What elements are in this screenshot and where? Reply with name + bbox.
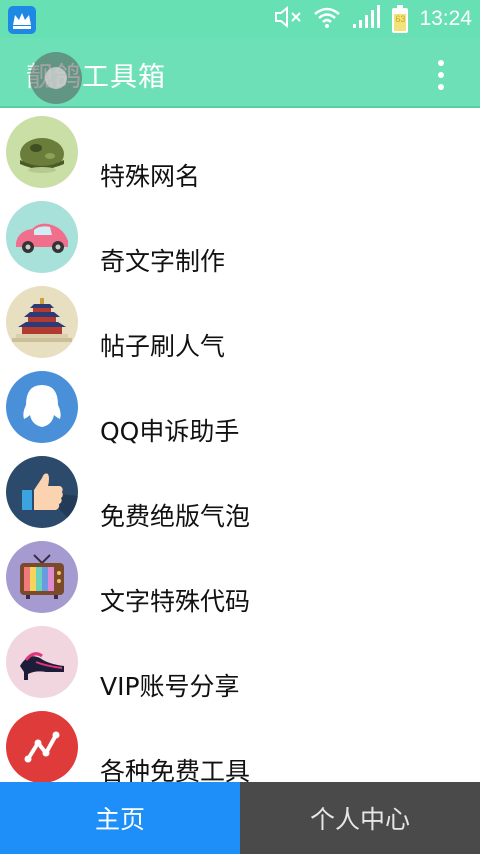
list-item-label: VIP账号分享 bbox=[100, 672, 240, 701]
list-item-label: 奇文字制作 bbox=[100, 247, 226, 276]
list-item-label: 各种免费工具 bbox=[100, 757, 251, 782]
status-time: 13:24 bbox=[419, 7, 472, 30]
car-icon bbox=[6, 201, 78, 273]
battery-level: 63 bbox=[395, 14, 406, 24]
tab-profile[interactable]: 个人中心 bbox=[240, 782, 480, 854]
list-item-qq-appeal[interactable]: QQ申诉助手 bbox=[0, 365, 480, 450]
chart-line-icon bbox=[6, 711, 78, 782]
bottom-tab-bar: 主页 个人中心 bbox=[0, 782, 480, 854]
list-item-label: 帖子刷人气 bbox=[100, 332, 226, 361]
list-item-label: 免费绝版气泡 bbox=[100, 502, 251, 531]
crown-app-icon bbox=[8, 6, 36, 34]
list-item-post-popularity[interactable]: 帖子刷人气 bbox=[0, 280, 480, 365]
signal-icon bbox=[351, 4, 381, 34]
qq-penguin-icon bbox=[6, 371, 78, 443]
list-item-vip-account[interactable]: VIP账号分享 bbox=[0, 620, 480, 705]
list-item-fancy-text[interactable]: 奇文字制作 bbox=[0, 195, 480, 280]
list-item-special-code[interactable]: 文字特殊代码 bbox=[0, 535, 480, 620]
wifi-icon bbox=[313, 5, 341, 33]
list-item-special-nickname[interactable]: 特殊网名 bbox=[0, 110, 480, 195]
tv-icon bbox=[6, 541, 78, 613]
helmet-icon bbox=[6, 116, 78, 188]
list-item-label: QQ申诉助手 bbox=[100, 417, 240, 446]
app-bar: 靓鸽工具箱 bbox=[0, 38, 480, 108]
floating-assistive-ball[interactable] bbox=[30, 52, 82, 104]
temple-icon bbox=[6, 286, 78, 358]
list-item-free-bubbles[interactable]: 免费绝版气泡 bbox=[0, 450, 480, 535]
list-item-label: 文字特殊代码 bbox=[100, 587, 251, 616]
more-vert-icon[interactable] bbox=[436, 60, 446, 90]
battery-icon: 63 bbox=[391, 4, 409, 34]
list-item-free-tools[interactable]: 各种免费工具 bbox=[0, 705, 480, 782]
thumbs-up-icon bbox=[6, 456, 78, 528]
mute-icon bbox=[273, 4, 303, 34]
list-item-label: 特殊网名 bbox=[100, 162, 201, 191]
high-heel-icon bbox=[6, 626, 78, 698]
status-bar: 63 13:24 bbox=[0, 0, 480, 38]
tab-home[interactable]: 主页 bbox=[0, 782, 240, 854]
tool-list: 特殊网名 奇文字制作 帖子刷人气 QQ申诉助手 免费绝版气泡 文字特殊代码 VI… bbox=[0, 110, 480, 782]
